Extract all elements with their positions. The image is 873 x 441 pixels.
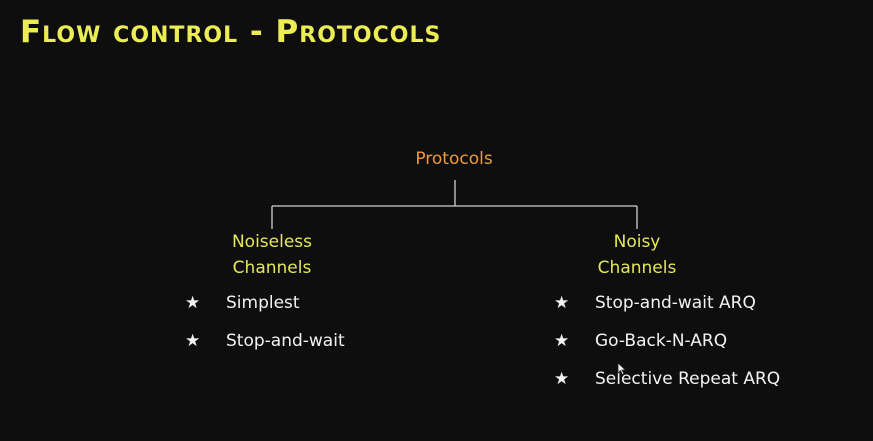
list-item: ★ Selective Repeat ARQ: [554, 368, 780, 406]
mouse-pointer-icon: [617, 362, 627, 376]
star-icon: ★: [554, 369, 570, 389]
branch-label-noiseless: Noiseless Channels: [172, 229, 372, 281]
slide: Flow control - Protocols Protocols Noise…: [0, 0, 873, 441]
branch-label-line: Channels: [232, 258, 312, 278]
protocol-name: Go-Back-N-ARQ: [595, 331, 728, 351]
protocol-name: Stop-and-wait: [226, 331, 345, 351]
star-icon: ★: [185, 331, 201, 351]
star-icon: ★: [185, 293, 201, 313]
protocol-name: Simplest: [226, 293, 300, 313]
branch-label-line: Channels: [597, 258, 677, 278]
noisy-protocol-list: ★ Stop-and-wait ARQ ★ Go-Back-N-ARQ ★ Se…: [554, 292, 780, 406]
list-item: ★ Stop-and-wait: [185, 330, 345, 368]
branch-label-noisy: Noisy Channels: [537, 229, 737, 281]
list-item: ★ Stop-and-wait ARQ: [554, 292, 780, 330]
list-item: ★ Go-Back-N-ARQ: [554, 330, 780, 368]
branch-label-line: Noisy: [613, 232, 661, 252]
noiseless-protocol-list: ★ Simplest ★ Stop-and-wait: [185, 292, 345, 368]
list-item: ★ Simplest: [185, 292, 345, 330]
protocol-name: Stop-and-wait ARQ: [595, 293, 756, 313]
star-icon: ★: [554, 331, 570, 351]
branch-label-line: Noiseless: [231, 232, 313, 252]
star-icon: ★: [554, 293, 570, 313]
